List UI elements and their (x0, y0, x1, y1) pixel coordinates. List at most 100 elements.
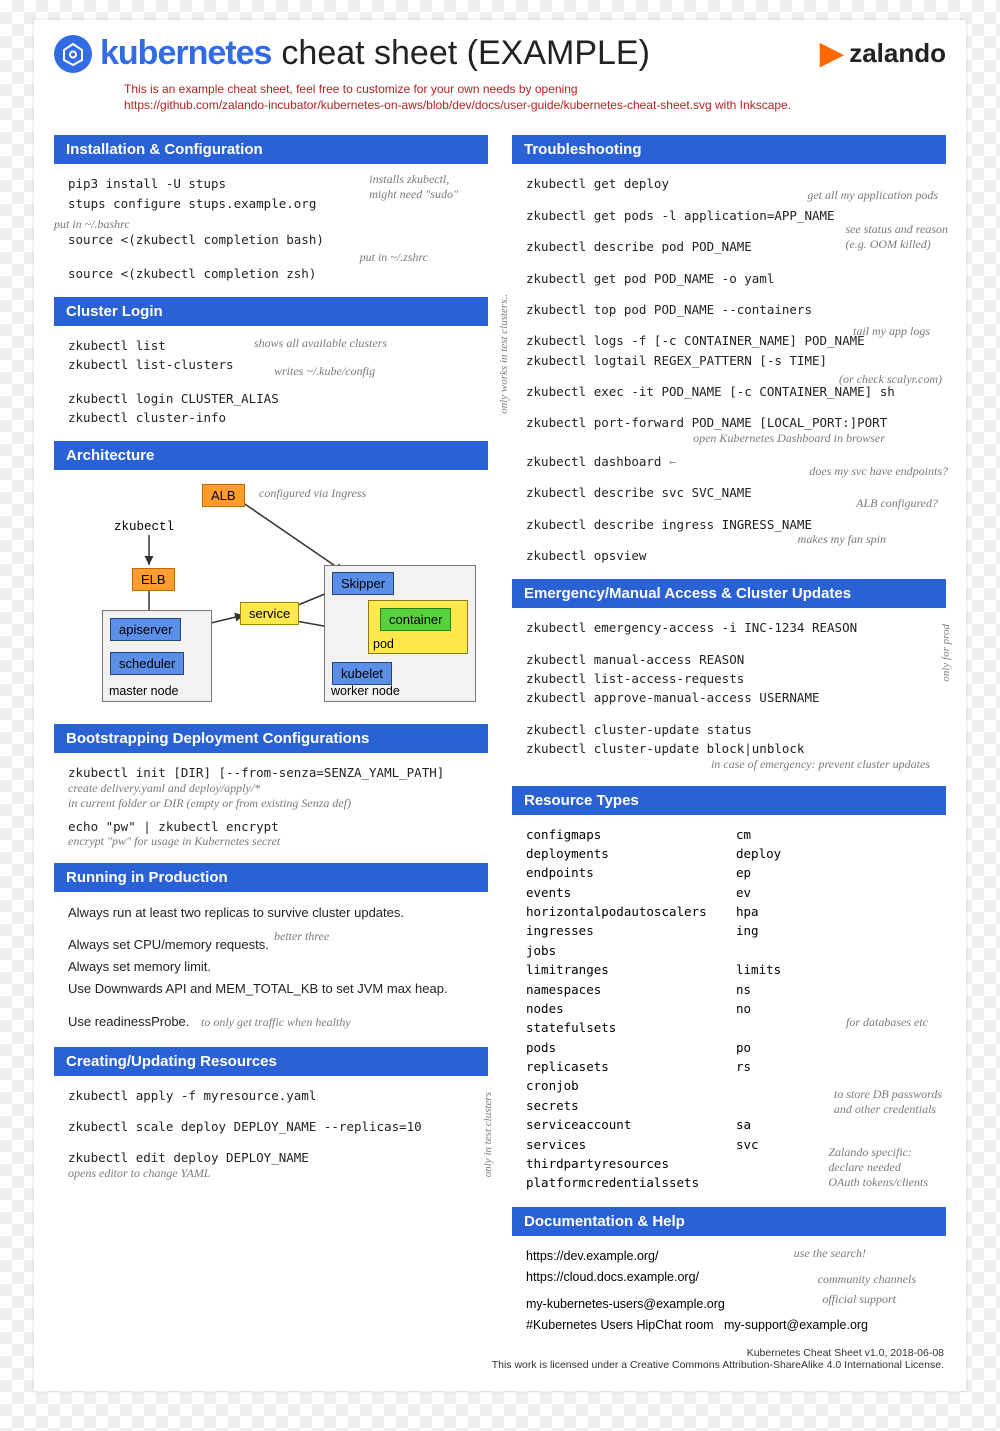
annotation: get all my application pods (807, 188, 938, 203)
annotation: writes ~/.kube/config (274, 364, 375, 379)
cmd: zkubectl get pod POD_NAME -o yaml (512, 269, 946, 288)
annotation: see status and reason (e.g. OOM killed) (845, 222, 948, 252)
annotation: better three (274, 926, 329, 946)
resource-row: deploymentsdeploy (512, 844, 946, 863)
footer: Kubernetes Cheat Sheet v1.0, 2018-06-08 … (34, 1337, 966, 1371)
resource-row: eventsev (512, 883, 946, 902)
cmd: zkubectl approve-manual-access USERNAME (512, 688, 946, 707)
arch-master-label: master node (109, 684, 178, 698)
section-header-docs: Documentation & Help (512, 1207, 946, 1236)
section-header-login: Cluster Login (54, 297, 488, 326)
arch-elb: ELB (132, 568, 175, 591)
intro-line1: This is an example cheat sheet, feel fre… (124, 82, 578, 96)
arch-pod-label: pod (373, 637, 394, 651)
resource-row: namespacesns (512, 980, 946, 999)
annotation: tail my app logs (853, 324, 930, 339)
tip: Use readinessProbe. to only get traffic … (68, 1011, 488, 1033)
arch-container: container (380, 608, 451, 631)
cmd: zkubectl port-forward POD_NAME [LOCAL_PO… (512, 413, 946, 432)
arch-apiserver: apiserver (110, 618, 181, 641)
section-header-troubleshoot: Troubleshooting (512, 135, 946, 164)
doc-link: #Kubernetes Users HipChat room my-suppor… (512, 1315, 946, 1336)
annotation: shows all available clusters (254, 336, 387, 351)
cmd: zkubectl init [DIR] [--from-senza=SENZA_… (54, 763, 488, 782)
section-header-resources: Resource Types (512, 786, 946, 815)
side-annotation: only in test clusters (482, 1092, 494, 1177)
section-header-emergency: Emergency/Manual Access & Cluster Update… (512, 579, 946, 608)
zalando-icon: ▶ (820, 36, 843, 71)
tip: Use Downwards API and MEM_TOTAL_KB to se… (68, 978, 488, 1000)
annotation: put in ~/.zshrc (360, 250, 428, 265)
kubernetes-logo-icon (54, 35, 92, 73)
cmd: zkubectl describe ingress INGRESS_NAME (512, 515, 946, 534)
annotation: opens editor to change YAML (54, 1166, 488, 1181)
side-annotation: only for prod (940, 624, 952, 682)
vendor-name: zalando (849, 38, 946, 69)
header: kubernetes cheat sheet (EXAMPLE) ▶ zalan… (34, 34, 966, 79)
arch-alb: ALB (202, 484, 245, 507)
left-column: Installation & Configuration pip3 instal… (54, 121, 488, 1336)
resource-row: serviceaccountsa (512, 1115, 946, 1134)
page-title: cheat sheet (EXAMPLE) (281, 34, 650, 73)
doc-link: https://dev.example.org/ (512, 1246, 946, 1267)
intro-line2: https://github.com/zalando-incubator/kub… (124, 98, 791, 112)
footer-version: Kubernetes Cheat Sheet v1.0, 2018-06-08 (34, 1347, 944, 1359)
cmd: source <(zkubectl completion zsh) (54, 264, 488, 283)
annotation: official support (822, 1292, 896, 1307)
cmd: zkubectl list-clusters (54, 355, 488, 374)
annotation: to only get traffic when healthy (201, 1015, 351, 1029)
tip: Always run at least two replicas to surv… (68, 902, 488, 924)
cmd: zkubectl scale deploy DEPLOY_NAME --repl… (54, 1117, 488, 1136)
arch-kubelet: kubelet (332, 662, 392, 685)
right-column: Troubleshooting only works in test clust… (512, 121, 946, 1336)
cmd: zkubectl logtail REGEX_PATTERN [-s TIME] (512, 351, 946, 370)
architecture-diagram: zkubectl ALB configured via Ingress ELB … (54, 480, 488, 710)
vendor-logo: ▶ zalando (820, 36, 946, 71)
resource-row: podspo (512, 1038, 946, 1057)
annotation: use the search! (794, 1246, 866, 1261)
arch-scheduler: scheduler (110, 652, 184, 675)
cmd: zkubectl emergency-access -i INC-1234 RE… (512, 618, 946, 637)
annotation: (or check scalyr.com) (839, 372, 942, 387)
cmd: zkubectl cluster-update status (512, 720, 946, 739)
cmd: zkubectl login CLUSTER_ALIAS (54, 389, 488, 408)
cheat-sheet-page: kubernetes cheat sheet (EXAMPLE) ▶ zalan… (34, 20, 966, 1391)
section-header-running: Running in Production (54, 863, 488, 892)
cmd: source <(zkubectl completion bash) (54, 230, 488, 249)
resource-row: jobs (512, 941, 946, 960)
annotation: open Kubernetes Dashboard in browser (512, 431, 946, 446)
cmd: zkubectl opsview (512, 546, 946, 565)
arch-service: service (240, 602, 299, 625)
cmd: zkubectl list-access-requests (512, 669, 946, 688)
intro-text: This is an example cheat sheet, feel fre… (34, 79, 966, 121)
annotation: create delivery.yaml and deploy/apply/* … (54, 781, 488, 811)
resource-row: limitrangeslimits (512, 960, 946, 979)
cmd: zkubectl cluster-info (54, 408, 488, 427)
resource-type-list: for databases etc to store DB passwords … (512, 825, 946, 1193)
cmd: zkubectl manual-access REASON (512, 650, 946, 669)
arch-skipper: Skipper (332, 572, 394, 595)
section-header-bootstrap: Bootstrapping Deployment Configurations (54, 724, 488, 753)
annotation: for databases etc (846, 1015, 928, 1030)
tip: Always set memory limit. (68, 956, 488, 978)
annotation: community channels (818, 1272, 916, 1287)
cmd: zkubectl apply -f myresource.yaml (54, 1086, 488, 1105)
annotation: encrypt "pw" for usage in Kubernetes sec… (54, 834, 488, 849)
arch-worker-label: worker node (331, 684, 400, 698)
annotation: in case of emergency: prevent cluster up… (512, 757, 946, 772)
cmd: zkubectl top pod POD_NAME --containers (512, 300, 946, 319)
annotation: Zalando specific: declare needed OAuth t… (828, 1145, 928, 1190)
section-header-create: Creating/Updating Resources (54, 1047, 488, 1076)
annotation: installs zkubectl, might need "sudo" (369, 172, 458, 202)
resource-row: endpointsep (512, 863, 946, 882)
side-annotation: only works in test clusters.. (498, 294, 510, 414)
resource-row: horizontalpodautoscalershpa (512, 902, 946, 921)
resource-row: configmapscm (512, 825, 946, 844)
annotation: configured via Ingress (259, 486, 366, 501)
arch-zkubectl: zkubectl (114, 520, 174, 534)
footer-license: This work is licensed under a Creative C… (34, 1359, 944, 1371)
section-header-architecture: Architecture (54, 441, 488, 470)
annotation: ALB configured? (856, 496, 938, 511)
annotation: does my svc have endpoints? (809, 464, 948, 479)
resource-row: replicasetsrs (512, 1057, 946, 1076)
